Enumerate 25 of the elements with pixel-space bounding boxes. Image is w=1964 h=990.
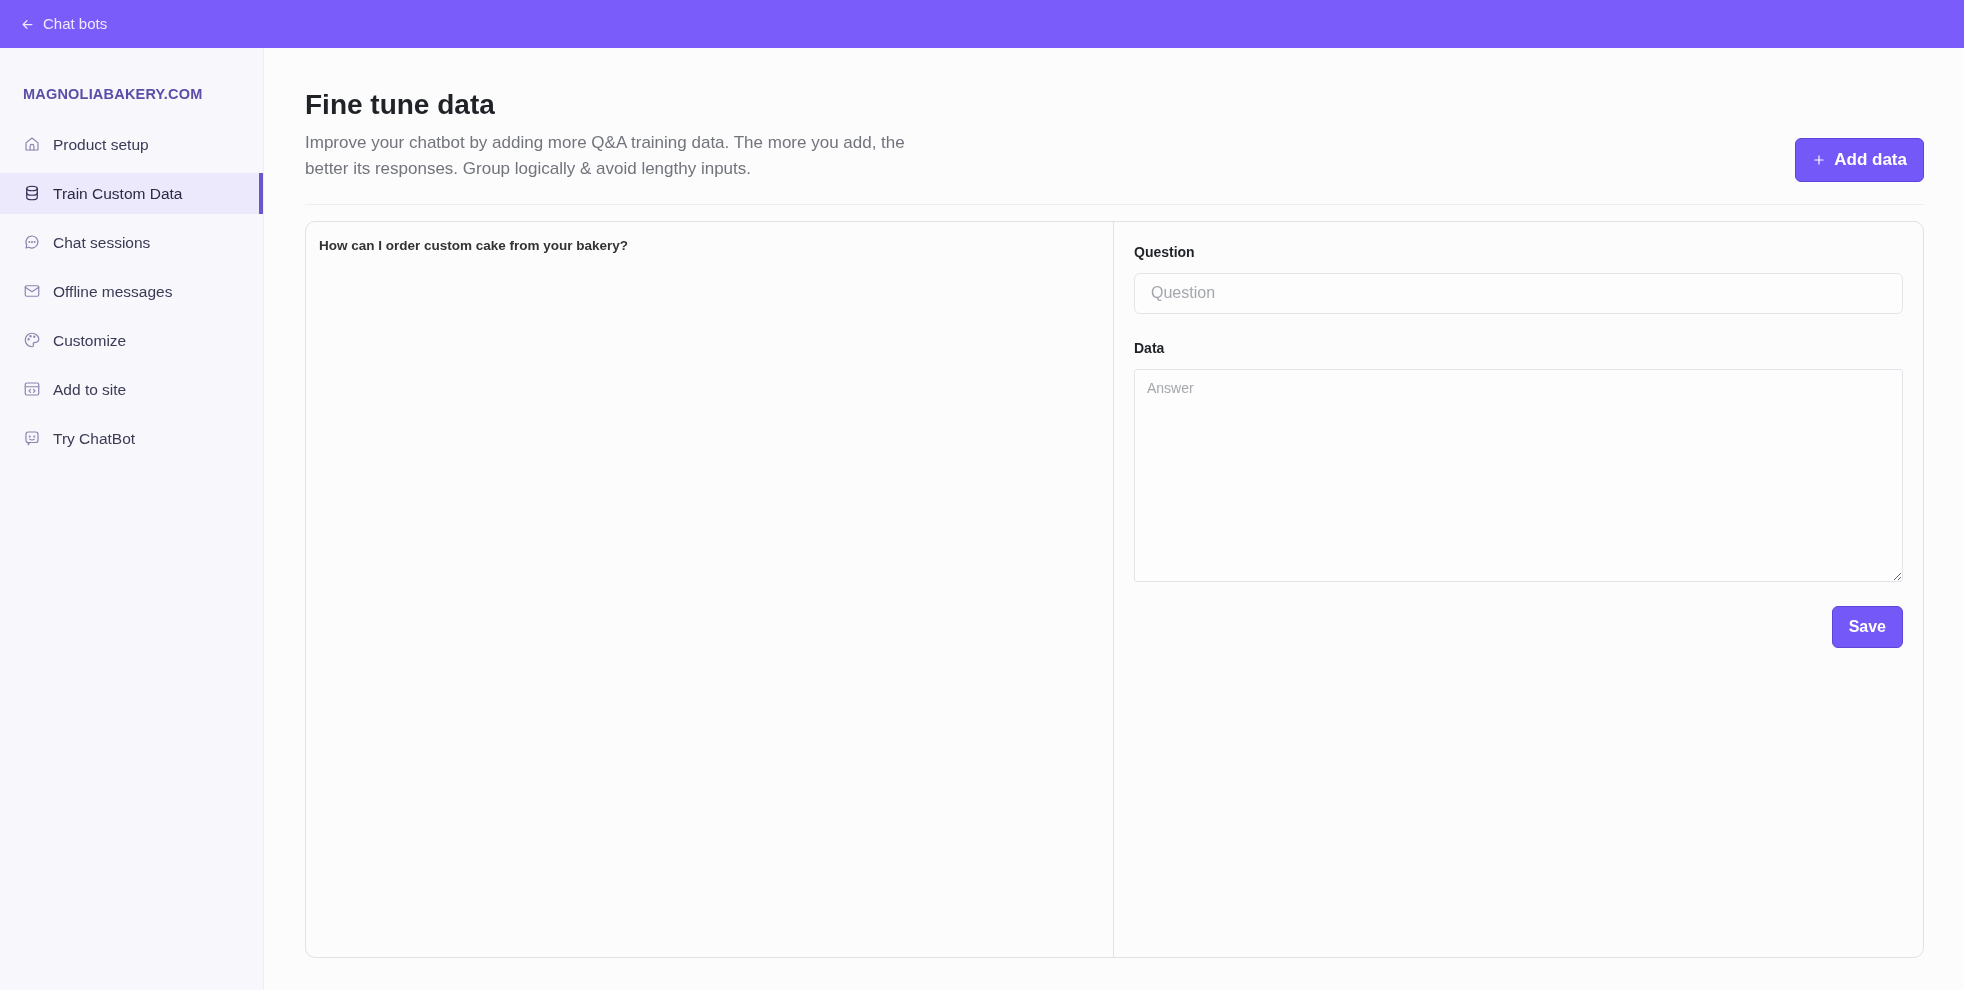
database-icon [23,184,41,203]
sidebar-item[interactable]: Product setup [0,123,263,165]
palette-icon [23,331,41,350]
question-input-field[interactable]: Question [1134,272,1903,314]
field-label: Question [1134,242,1196,262]
smiley-chat-icon [23,429,41,448]
back-link[interactable]: Chat bots [20,12,108,36]
house-icon [23,135,41,154]
sidebar-item[interactable]: Chat sessions [0,221,263,263]
browser-code-icon [23,380,41,399]
sidebar-item[interactable]: Train Custom Data [0,172,263,214]
page-title: Fine tune data [305,88,496,122]
sidebar-item[interactable]: Try ChatBot [0,417,263,459]
save-button[interactable]: Save [1831,605,1903,648]
question-entry[interactable]: How can I order custom cake from your bakery? [319,235,1100,256]
sidebar-item[interactable]: Offline messages [0,270,263,312]
answer-textarea[interactable]: Answer [1134,368,1903,582]
site-name: MAGNOLIABAKERY.COM [22,85,204,104]
plus-icon [1812,152,1827,167]
chat-bubble-icon [23,233,41,252]
add-data-button[interactable]: Add data [1795,138,1924,182]
sidebar-item[interactable]: Customize [0,319,263,361]
field-label: Data [1134,338,1166,358]
sidebar-item[interactable]: Add to site [0,368,263,410]
page-description: Improve your chatbot by adding more Q&A training data. The more you add, the better its responses. Group logically & avoid lengthy inputs. [305,131,906,180]
